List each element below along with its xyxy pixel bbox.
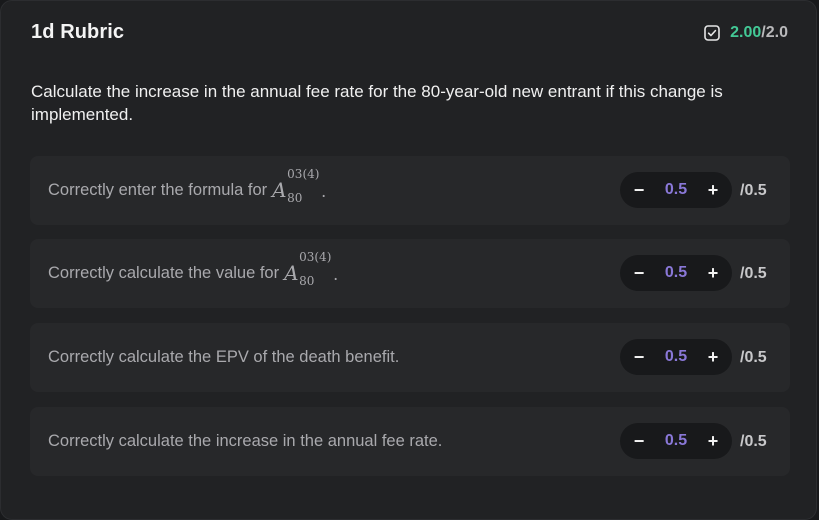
decrement-button[interactable]: − [632,431,646,452]
criterion-text: Correctly calculate the EPV of the death… [48,348,400,366]
math-superscript: 03(4) [299,249,332,264]
math-expression: A 03(4) 80 . [284,250,339,289]
math-superscript: 03(4) [287,166,320,181]
score-value[interactable]: 0.5 [665,348,687,366]
max-score: /0.5 [740,348,767,366]
max-score: /0.5 [740,264,767,282]
criterion-label: Correctly calculate the value for A 03(4… [48,239,339,308]
rubric-criterion: Correctly enter the formula for A 03(4) … [30,156,790,225]
rubric-criterion: Correctly calculate the EPV of the death… [30,323,790,392]
max-score: /0.5 [740,181,767,199]
question-text: Calculate the increase in the annual fee… [31,82,723,124]
score-stepper: − 0.5 + [620,423,732,459]
math-subscript: 80 [299,273,315,288]
score-stepper: − 0.5 + [620,255,732,291]
increment-button[interactable]: + [706,431,720,452]
criterion-text: Correctly enter the formula for [48,181,268,199]
math-period: . [333,264,339,284]
max-score: /0.5 [740,432,767,450]
criterion-label: Correctly enter the formula for A 03(4) … [48,156,327,225]
increment-button[interactable]: + [706,263,720,284]
increment-button[interactable]: + [706,180,720,201]
score-earned: 2.00 [730,24,762,41]
criterion-label: Correctly calculate the increase in the … [48,407,442,476]
checkbox-checked-icon [704,25,720,41]
criterion-text: Correctly calculate the increase in the … [48,432,443,450]
math-subscript: 80 [287,190,303,205]
math-base: A [284,260,299,285]
score-value[interactable]: 0.5 [665,264,687,282]
rubric-panel: 1d Rubric 2.00/2.0 Calculate the increas… [0,0,817,520]
score-value[interactable]: 0.5 [665,432,687,450]
math-base: A [272,177,287,202]
criterion-text: Correctly calculate the value for [48,264,280,282]
rubric-title: 1d Rubric [31,21,125,43]
rubric-criterion: Correctly calculate the increase in the … [30,407,790,476]
decrement-button[interactable]: − [632,263,646,284]
increment-button[interactable]: + [706,347,720,368]
rubric-criterion: Correctly calculate the value for A 03(4… [30,239,790,308]
score-stepper: − 0.5 + [620,339,732,375]
decrement-button[interactable]: − [632,347,646,368]
math-period: . [321,181,327,201]
score-total: 2.0 [765,24,788,41]
score-stepper: − 0.5 + [620,172,732,208]
score-summary: 2.00/2.0 [704,24,788,42]
decrement-button[interactable]: − [632,180,646,201]
criterion-label: Correctly calculate the EPV of the death… [48,323,399,392]
math-expression: A 03(4) 80 . [272,167,327,206]
score-value[interactable]: 0.5 [665,181,687,199]
